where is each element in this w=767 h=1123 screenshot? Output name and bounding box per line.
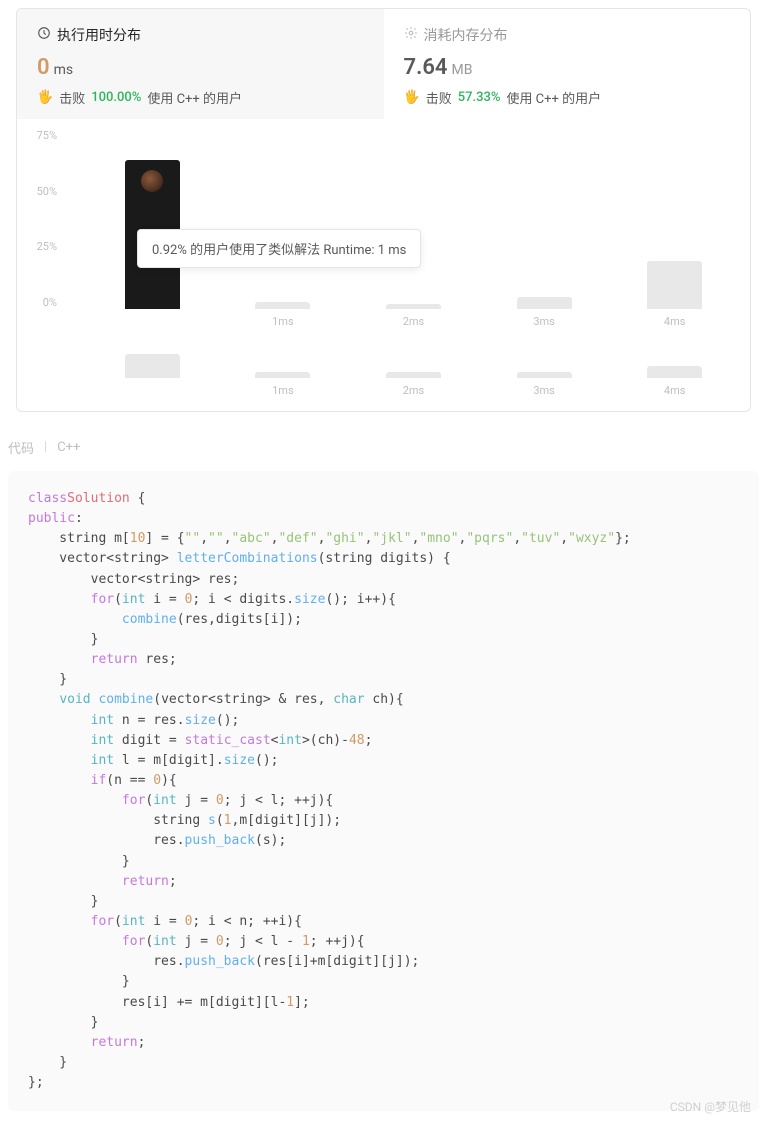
runtime-chart: 75%50%25%0% 0.92% 的用户使用了类似解法 Runtime: 1 … bbox=[17, 119, 750, 338]
code-label: 代码 bbox=[8, 438, 34, 457]
memory-beat-line: 🖐 击败 57.33% 使用 C++ 的用户 bbox=[404, 88, 731, 107]
chart-bar[interactable] bbox=[97, 354, 208, 378]
chart-bar[interactable] bbox=[358, 304, 469, 309]
clock-icon bbox=[37, 26, 51, 44]
chart-bar[interactable] bbox=[358, 372, 469, 378]
runtime-beat-line: 🖐 击败 100.00% 使用 C++ 的用户 bbox=[37, 88, 364, 107]
chart-bar[interactable] bbox=[228, 302, 339, 309]
stats-card: 执行用时分布 0 ms 🖐 击败 100.00% 使用 C++ 的用户 消耗内存… bbox=[16, 8, 751, 412]
chart-tooltip: 0.92% 的用户使用了类似解法 Runtime: 1 ms bbox=[137, 229, 421, 268]
hand-icon: 🖐 bbox=[404, 90, 420, 105]
memory-stat-block[interactable]: 消耗内存分布 7.64 MB 🖐 击败 57.33% 使用 C++ 的用户 bbox=[384, 9, 751, 119]
runtime-stat-block[interactable]: 执行用时分布 0 ms 🖐 击败 100.00% 使用 C++ 的用户 bbox=[17, 9, 384, 119]
runtime-value: 0 ms bbox=[37, 55, 364, 80]
chart-bar[interactable] bbox=[228, 372, 339, 378]
code-header: 代码 | C++ bbox=[0, 420, 767, 471]
code-block[interactable]: classSolution { public: string m[10] = {… bbox=[8, 471, 759, 1111]
code-lang: C++ bbox=[57, 440, 80, 455]
avatar bbox=[141, 170, 163, 192]
stats-header: 执行用时分布 0 ms 🖐 击败 100.00% 使用 C++ 的用户 消耗内存… bbox=[17, 9, 750, 119]
memory-value: 7.64 MB bbox=[404, 55, 731, 80]
chart-bar[interactable] bbox=[619, 261, 730, 309]
gear-icon bbox=[404, 26, 418, 44]
chart-bar[interactable] bbox=[489, 372, 600, 378]
runtime-title: 执行用时分布 bbox=[57, 25, 141, 45]
watermark: CSDN @梦见他 bbox=[670, 1098, 751, 1115]
chart-bar[interactable] bbox=[619, 366, 730, 378]
hand-icon: 🖐 bbox=[37, 90, 53, 105]
chart-bar[interactable] bbox=[489, 297, 600, 309]
memory-title: 消耗内存分布 bbox=[424, 25, 508, 45]
secondary-chart: 1ms2ms3ms4ms bbox=[17, 338, 750, 411]
divider: | bbox=[44, 440, 47, 455]
